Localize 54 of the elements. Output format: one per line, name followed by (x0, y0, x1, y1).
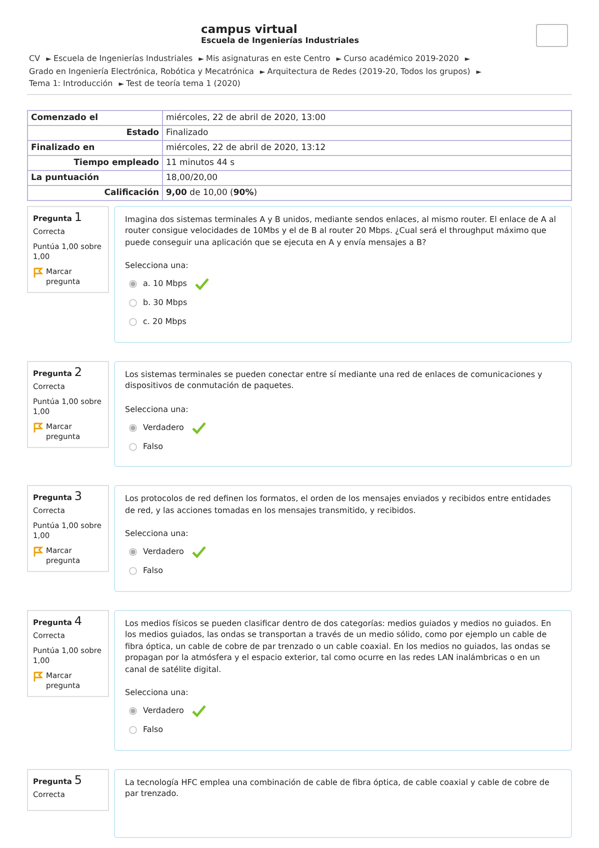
radio-button[interactable] (129, 424, 137, 432)
breadcrumb-link[interactable]: Tema 1: Introducción (29, 78, 113, 90)
summary-value: Finalizado (162, 125, 572, 140)
option-label: Verdadero (143, 546, 184, 558)
option-label: Verdadero (143, 705, 184, 717)
question-text: Los protocolos de red definen los formatos, el orden de los mensajes enviados y recibidos entre entidades de red, y las acciones tomadas en los mensajes transmitido, y recibidos. (125, 493, 552, 516)
radio-button[interactable] (129, 567, 137, 575)
summary-label: Calificación (28, 185, 162, 200)
breadcrumb-link[interactable]: Test de teoría tema 1 (2020) (126, 78, 240, 90)
breadcrumb-link[interactable]: Mis asignaturas en este Centro (206, 53, 330, 64)
question-text: Imagina dos sistemas terminales A y B unidos, mediante sendos enlaces, al mismo router. El enlace de A al router consigue velocidades de 10Mbs y el de B al router 20 Mbps. ¿Cual será el throughput máximo que puede conseguir una aplicación que se ejecuta en A y envía mensajes a B? (125, 214, 558, 248)
answer-prompt: Selecciona una: (125, 404, 190, 415)
summary-label: La puntuación (28, 170, 162, 185)
option-label: Falso (143, 565, 164, 577)
radio-button[interactable] (129, 548, 137, 556)
option-label: a. 10 Mbps (143, 278, 187, 290)
breadcrumb-link[interactable]: Grado en Ingeniería Electrónica, Robótica y Mecatrónica (29, 66, 254, 77)
option-label: Falso (143, 440, 164, 452)
site-subtitle: Escuela de Ingenierías Industriales (201, 36, 359, 45)
answer-prompt: Selecciona una: (125, 260, 190, 272)
summary-value: 11 minutos 44 s (162, 155, 572, 170)
summary-label: Comenzado el (28, 110, 162, 125)
breadcrumb-link[interactable]: Arquitectura de Redes (2019-20, Todos los grupos) (267, 66, 470, 77)
summary-label: Tiempo empleado (28, 155, 162, 170)
option-label: Falso (143, 724, 164, 736)
summary-value: 18,00/20,00 (162, 170, 572, 185)
summary-value: miércoles, 22 de abril de 2020, 13:12 (162, 140, 572, 155)
question-text: Los medios físicos se pueden clasificar dentro de dos categorías: medios guiados y medios no guiados. En los medios guiados, las ondas se transportan a través de un medio sólido, como por ejemplo un cable de fibra óptica, un cable de cobre de par trenzado o un cable coaxial. En los medios no guiados, las ondas se propagan por la atmósfera y el espacio exterior, tal como ocurre en las redes LAN inalámbricas o en un canal de satélite digital. (125, 618, 552, 675)
summary-value: 9,00 de 10,00 (90%) (162, 185, 572, 200)
breadcrumb-link[interactable]: Curso académico 2019-2020 (344, 53, 459, 64)
flag-icon[interactable] (33, 546, 43, 557)
breadcrumb-link[interactable]: CV (29, 53, 40, 64)
radio-button[interactable] (129, 442, 137, 450)
option-label: c. 20 Mbps (143, 316, 186, 328)
question-text: La tecnología HFC emplea una combinación de cable de fibra óptica, de cable coaxial y cable de cobre de par trenzado. (125, 776, 550, 800)
breadcrumb-link[interactable]: Escuela de Ingenierías Industriales (53, 53, 193, 64)
summary-label: Estado (28, 125, 162, 140)
site-title: campus virtual (201, 22, 298, 36)
summary-label: Finalizado en (28, 140, 162, 155)
option-label: Verdadero (143, 422, 184, 434)
flag-icon[interactable] (33, 422, 43, 432)
option-label: b. 30 Mbps (143, 297, 188, 309)
radio-button[interactable] (129, 318, 137, 326)
radio-button[interactable] (129, 280, 137, 288)
radio-button[interactable] (129, 299, 137, 307)
answer-prompt: Selecciona una: (125, 528, 190, 540)
flag-icon[interactable] (33, 670, 43, 682)
answer-prompt: Selecciona una: (125, 687, 190, 698)
radio-button[interactable] (129, 726, 137, 734)
question-text: Los sistemas terminales se pueden conectar entre sí mediante una red de enlaces de comunicaciones y dispositivos de conmutación de paquetes. (125, 368, 544, 392)
summary-value: miércoles, 22 de abril de 2020, 13:00 (162, 110, 572, 125)
radio-button[interactable] (129, 707, 137, 715)
empty-frame (536, 24, 568, 47)
flag-icon[interactable] (33, 266, 43, 278)
